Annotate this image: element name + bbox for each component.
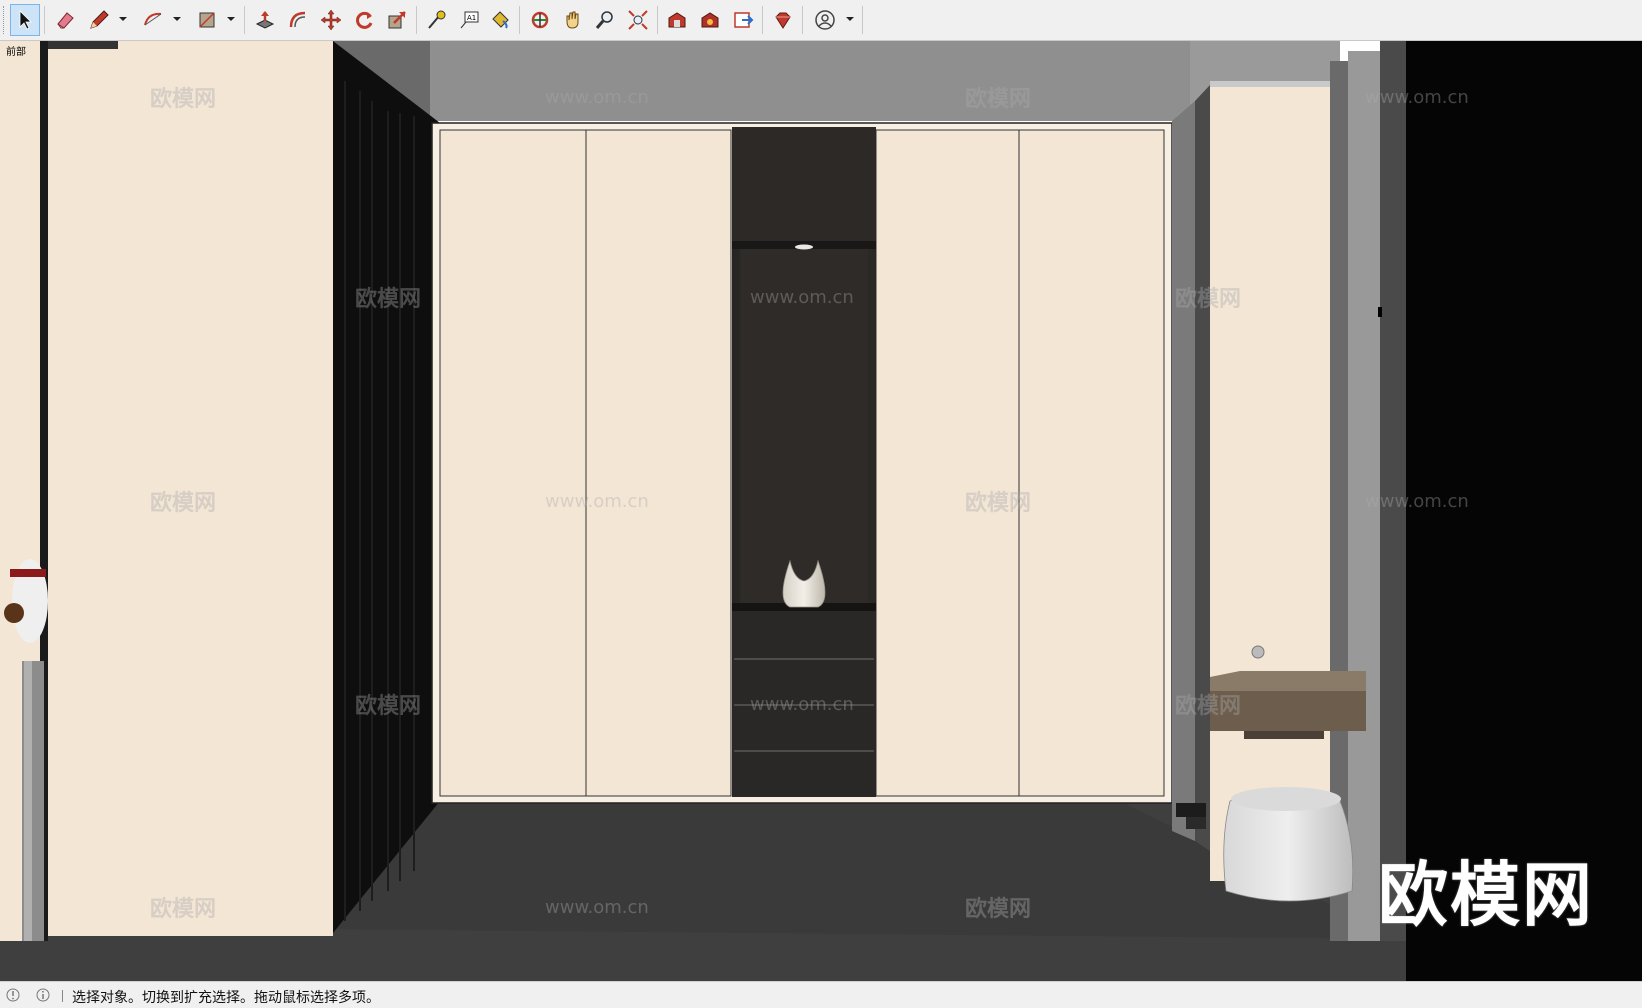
geo-location-icon[interactable] (6, 988, 20, 1002)
select-arrow-icon (19, 10, 32, 30)
extension-warehouse-button[interactable] (695, 4, 725, 36)
tape-measure-tool-button[interactable] (421, 4, 451, 36)
left-cabinet-panel (0, 41, 333, 941)
pencil-icon (90, 10, 109, 29)
chevron-down-icon[interactable] (118, 14, 128, 24)
paint-bucket-tool-button[interactable] (485, 4, 515, 36)
rectangle-tool-button[interactable] (192, 4, 222, 36)
arc-icon (144, 12, 162, 26)
toolbar-grip[interactable] (3, 6, 7, 34)
warehouse-icon (668, 12, 686, 28)
select-tool-button[interactable] (10, 4, 40, 36)
3d-warehouse-button[interactable] (662, 4, 692, 36)
floating-wall-shelf (1210, 671, 1366, 739)
toolbar-separator (519, 6, 520, 34)
status-separator (62, 990, 63, 1002)
toolbar-separator (44, 6, 45, 34)
ruby-icon (775, 12, 791, 29)
offset-icon (289, 11, 306, 28)
chevron-down-icon[interactable] (172, 14, 182, 24)
account-button[interactable] (810, 4, 840, 36)
toolbar-separator (416, 6, 417, 34)
status-bar: 选择对象。切换到扩充选择。拖动鼠标选择多项。 (0, 981, 1642, 1008)
rectangle-icon (199, 12, 215, 28)
scene-tab-label[interactable]: 前部 (6, 43, 26, 58)
user-account-icon (815, 10, 835, 30)
move-tool-button[interactable] (316, 4, 346, 36)
left-dark-wall (333, 41, 440, 933)
svg-text:A1: A1 (467, 14, 476, 22)
eraser-icon (57, 12, 74, 29)
pan-tool-button[interactable] (558, 4, 588, 36)
offset-tool-button[interactable] (283, 4, 313, 36)
status-message: 选择对象。切换到扩充选择。拖动鼠标选择多项。 (72, 990, 380, 1006)
rotate-tool-button[interactable] (349, 4, 379, 36)
arc-tool-button[interactable] (138, 4, 168, 36)
tape-measure-icon (428, 10, 446, 29)
eraser-tool-button[interactable] (50, 4, 80, 36)
zoom-extents-icon (628, 10, 648, 30)
toolbar-separator (802, 6, 803, 34)
line-tool-button[interactable] (84, 4, 114, 36)
toolbar-separator (762, 6, 763, 34)
sketchup-window: A1 前部 欧模网 www.om.cn 欧模网 www.om.cn 欧模网 ww… (0, 0, 1642, 1008)
orbit-tool-button[interactable] (525, 4, 555, 36)
zoom-extents-tool-button[interactable] (623, 4, 653, 36)
layout-send-button[interactable] (728, 4, 758, 36)
scale-tool-button[interactable] (382, 4, 412, 36)
ruby-console-button[interactable] (768, 4, 798, 36)
zoom-icon (595, 11, 613, 29)
chevron-down-icon[interactable] (845, 14, 855, 24)
orbit-icon (531, 11, 549, 29)
main-toolbar: A1 (0, 0, 1642, 41)
text-icon: A1 (460, 11, 479, 29)
text-tool-button[interactable]: A1 (454, 4, 484, 36)
rotate-icon (356, 11, 373, 29)
push-pull-icon (255, 11, 275, 29)
model-viewport[interactable]: 前部 欧模网 www.om.cn 欧模网 www.om.cn 欧模网 www.o… (0, 41, 1642, 981)
extension-icon (701, 12, 719, 28)
move-icon (320, 9, 342, 31)
info-icon[interactable] (36, 988, 50, 1002)
open-shelf-unit (732, 127, 876, 797)
layout-icon (734, 12, 754, 28)
brand-logo-watermark: 欧模网 (1378, 854, 1594, 936)
pan-hand-icon (566, 11, 579, 29)
toolbar-separator (244, 6, 245, 34)
scale-icon (388, 11, 406, 29)
zoom-tool-button[interactable] (590, 4, 620, 36)
paint-bucket-icon (492, 11, 509, 29)
toolbar-separator (657, 6, 658, 34)
chevron-down-icon[interactable] (226, 14, 236, 24)
push-pull-tool-button[interactable] (250, 4, 280, 36)
round-stool (1223, 787, 1354, 902)
toolbar-separator (862, 6, 863, 34)
